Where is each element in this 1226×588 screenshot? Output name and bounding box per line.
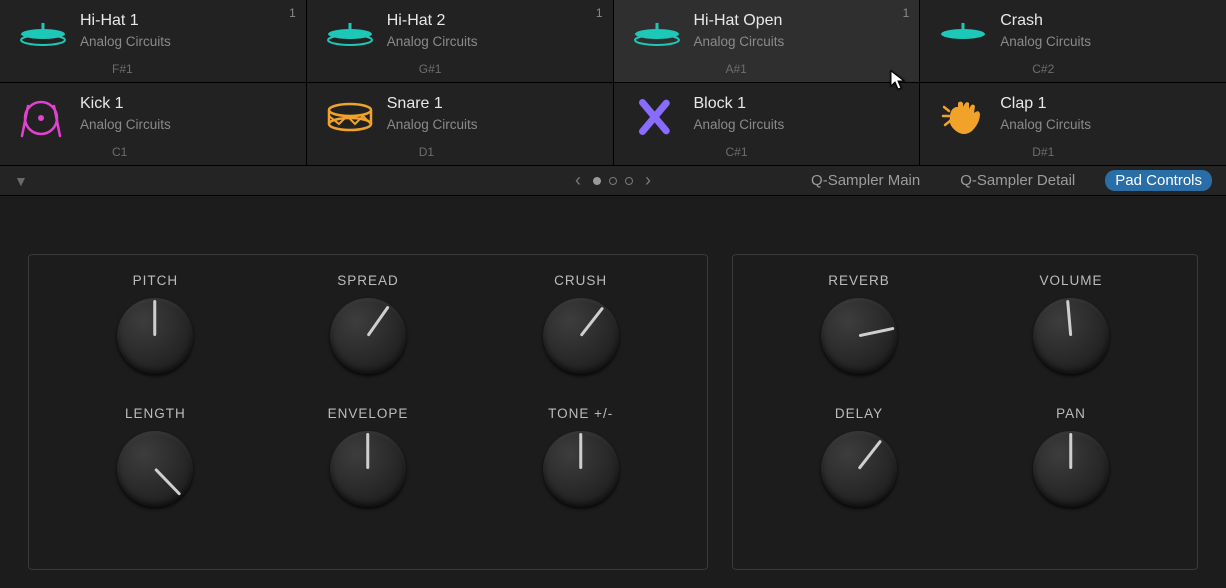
knob-volume[interactable] bbox=[1033, 298, 1109, 374]
pad-note: A#1 bbox=[726, 62, 747, 76]
knob-label: DELAY bbox=[835, 406, 883, 421]
pad-hihat2[interactable]: Hi-Hat 2 Analog Circuits G#1 1 bbox=[307, 0, 613, 82]
pad-engine: Analog Circuits bbox=[80, 117, 171, 132]
pager-dot-1[interactable] bbox=[609, 177, 617, 185]
nav-bar: ▼ ‹ › Q-Sampler Main Q-Sampler Detail Pa… bbox=[0, 166, 1226, 196]
pad-engine: Analog Circuits bbox=[80, 34, 171, 49]
knob-label: LENGTH bbox=[125, 406, 186, 421]
cymbal-icon bbox=[938, 10, 1000, 58]
pad-note: G#1 bbox=[419, 62, 442, 76]
view-tabs: Q-Sampler Main Q-Sampler Detail Pad Cont… bbox=[801, 170, 1212, 191]
knob-length[interactable] bbox=[117, 431, 193, 507]
knob-label: ENVELOPE bbox=[328, 406, 409, 421]
pager-dot-2[interactable] bbox=[625, 177, 633, 185]
sound-panel: PITCH SPREAD CRUSH LENGTH ENVELOPE TONE … bbox=[28, 254, 708, 570]
knob-cell-volume: VOLUME bbox=[965, 273, 1177, 406]
pad-note: F#1 bbox=[112, 62, 133, 76]
knob-cell-crush: CRUSH bbox=[474, 273, 687, 406]
knob-label: SPREAD bbox=[337, 273, 399, 288]
knob-cell-envelope: ENVELOPE bbox=[262, 406, 475, 539]
pad-title: Clap 1 bbox=[1000, 95, 1091, 113]
knob-envelope[interactable] bbox=[330, 431, 406, 507]
knob-delay[interactable] bbox=[821, 431, 897, 507]
tab-pad-controls[interactable]: Pad Controls bbox=[1105, 170, 1212, 191]
pager-dot-0[interactable] bbox=[593, 177, 601, 185]
kick-icon bbox=[18, 93, 80, 141]
pad-title: Block 1 bbox=[694, 95, 785, 113]
pad-engine: Analog Circuits bbox=[387, 117, 478, 132]
pad-note: C#1 bbox=[726, 145, 748, 159]
hihat-icon bbox=[18, 10, 80, 58]
pad-crash[interactable]: Crash Analog Circuits C#2 bbox=[920, 0, 1226, 82]
knob-pitch[interactable] bbox=[117, 298, 193, 374]
tab-qsampler-detail[interactable]: Q-Sampler Detail bbox=[950, 170, 1085, 191]
pad-hihat1[interactable]: Hi-Hat 1 Analog Circuits F#1 1 bbox=[0, 0, 306, 82]
pad-title: Crash bbox=[1000, 12, 1091, 30]
knob-label: VOLUME bbox=[1039, 273, 1102, 288]
knob-cell-pan: PAN bbox=[965, 406, 1177, 539]
knob-crush[interactable] bbox=[543, 298, 619, 374]
pad-clap1[interactable]: Clap 1 Analog Circuits D#1 bbox=[920, 83, 1226, 165]
knob-tone[interactable] bbox=[543, 431, 619, 507]
pad-sub-index: 1 bbox=[903, 6, 910, 20]
sticks-icon bbox=[632, 93, 694, 141]
clap-icon bbox=[938, 93, 1000, 141]
page-prev-icon[interactable]: ‹ bbox=[575, 170, 581, 191]
knob-reverb[interactable] bbox=[821, 298, 897, 374]
pad-grid: Hi-Hat 1 Analog Circuits F#1 1 Hi-Hat 2 … bbox=[0, 0, 1226, 166]
snare-icon bbox=[325, 93, 387, 141]
pad-note: D1 bbox=[419, 145, 434, 159]
disclosure-triangle-icon[interactable]: ▼ bbox=[14, 173, 28, 189]
pad-engine: Analog Circuits bbox=[387, 34, 478, 49]
knob-cell-reverb: REVERB bbox=[753, 273, 965, 406]
knob-pan[interactable] bbox=[1033, 431, 1109, 507]
pad-sub-index: 1 bbox=[596, 6, 603, 20]
pad-engine: Analog Circuits bbox=[1000, 117, 1091, 132]
pad-title: Hi-Hat Open bbox=[694, 12, 785, 30]
knob-label: REVERB bbox=[828, 273, 890, 288]
knob-cell-length: LENGTH bbox=[49, 406, 262, 539]
pad-snare1[interactable]: Snare 1 Analog Circuits D1 bbox=[307, 83, 613, 165]
knob-label: TONE +/- bbox=[548, 406, 613, 421]
pager-dots bbox=[593, 177, 633, 185]
knob-label: PITCH bbox=[133, 273, 179, 288]
pad-note: D#1 bbox=[1032, 145, 1054, 159]
knob-cell-spread: SPREAD bbox=[262, 273, 475, 406]
pad-title: Snare 1 bbox=[387, 95, 478, 113]
pad-note: C#2 bbox=[1032, 62, 1054, 76]
pad-engine: Analog Circuits bbox=[1000, 34, 1091, 49]
knob-label: CRUSH bbox=[554, 273, 607, 288]
controls-area: PITCH SPREAD CRUSH LENGTH ENVELOPE TONE … bbox=[0, 196, 1226, 588]
pager: ‹ › bbox=[575, 170, 651, 191]
mix-panel: REVERB VOLUME DELAY PAN bbox=[732, 254, 1198, 570]
hihat-icon bbox=[632, 10, 694, 58]
pad-hihat-open[interactable]: Hi-Hat Open Analog Circuits A#1 1 bbox=[614, 0, 920, 82]
pad-note: C1 bbox=[112, 145, 127, 159]
pad-title: Hi-Hat 1 bbox=[80, 12, 171, 30]
knob-cell-tone: TONE +/- bbox=[474, 406, 687, 539]
tab-qsampler-main[interactable]: Q-Sampler Main bbox=[801, 170, 930, 191]
hihat-icon bbox=[325, 10, 387, 58]
knob-cell-pitch: PITCH bbox=[49, 273, 262, 406]
pad-block1[interactable]: Block 1 Analog Circuits C#1 bbox=[614, 83, 920, 165]
pad-kick1[interactable]: Kick 1 Analog Circuits C1 bbox=[0, 83, 306, 165]
knob-spread[interactable] bbox=[330, 298, 406, 374]
pad-engine: Analog Circuits bbox=[694, 117, 785, 132]
pad-title: Kick 1 bbox=[80, 95, 171, 113]
knob-label: PAN bbox=[1056, 406, 1086, 421]
knob-cell-delay: DELAY bbox=[753, 406, 965, 539]
pad-title: Hi-Hat 2 bbox=[387, 12, 478, 30]
pad-sub-index: 1 bbox=[289, 6, 296, 20]
page-next-icon[interactable]: › bbox=[645, 170, 651, 191]
pad-engine: Analog Circuits bbox=[694, 34, 785, 49]
